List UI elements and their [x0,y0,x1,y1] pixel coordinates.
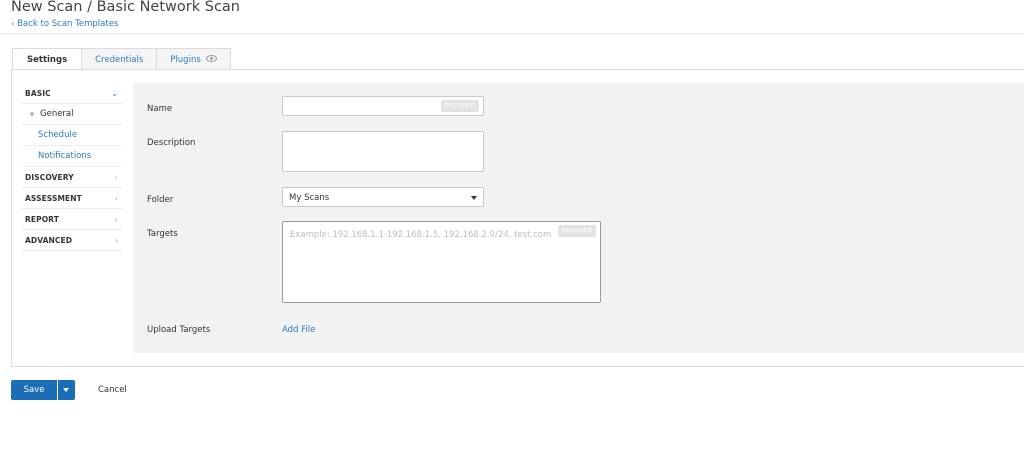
sidebar-item-label: Notifications [38,151,92,161]
general-settings-form [133,83,1024,353]
targets-placeholder: Example: 192.168.1.1-192.168.1.5, 192.16… [290,230,552,240]
chevron-right-icon: › [114,214,118,224]
sidebar-section-label: ASSESSMENT [25,193,82,203]
sidebar-section-report[interactable]: REPORT › [22,209,122,230]
upload-targets-label: Upload Targets [147,325,211,335]
chevron-left-icon: ‹ [11,19,15,28]
caret-down-icon [471,196,477,200]
targets-label: Targets [147,229,178,239]
sidebar-section-discovery[interactable]: DISCOVERY › [22,167,122,188]
page-title: New Scan / Basic Network Scan [11,0,240,15]
tab-plugins-label: Plugins [170,54,201,65]
tab-bar: Settings Credentials Plugins [12,48,231,71]
folder-select[interactable]: My Scans [282,187,484,207]
description-label: Description [147,138,196,148]
add-file-link[interactable]: Add File [282,325,315,335]
caret-down-icon [63,388,69,392]
sidebar-item-schedule[interactable]: Schedule [22,125,122,146]
required-badge: REQUIRED [557,225,596,237]
description-textarea[interactable] [282,131,484,172]
back-to-templates-link[interactable]: ‹ Back to Scan Templates [11,19,118,29]
folder-label: Folder [147,195,174,205]
eye-icon [205,54,217,65]
sidebar-section-label: ADVANCED [25,235,73,245]
name-input[interactable]: REQUIRED [282,96,484,116]
chevron-right-icon: › [114,172,118,182]
targets-textarea[interactable]: Example: 192.168.1.1-192.168.1.5, 192.16… [282,221,601,303]
chevron-down-icon: ⌄ [111,88,118,98]
sidebar-section-label: REPORT [25,214,59,224]
tab-plugins[interactable]: Plugins [156,48,231,70]
sidebar-section-assessment[interactable]: ASSESSMENT › [22,188,122,209]
tab-credentials-label: Credentials [95,54,144,65]
chevron-right-icon: › [114,193,118,203]
chevron-right-icon: › [114,235,118,245]
tab-settings[interactable]: Settings [12,48,83,71]
sidebar-item-general[interactable]: General [22,104,122,125]
sidebar-item-notifications[interactable]: Notifications [22,146,122,167]
cancel-link[interactable]: Cancel [98,385,127,395]
tab-credentials[interactable]: Credentials [81,48,158,70]
header-divider [0,33,1024,34]
name-label: Name [147,104,173,114]
save-button[interactable]: Save [11,380,57,400]
required-badge: REQUIRED [440,100,479,112]
sidebar-section-label: DISCOVERY [25,172,74,182]
back-link-label: Back to Scan Templates [17,19,119,29]
save-dropdown-button[interactable] [58,380,75,400]
sidebar-section-basic[interactable]: BASIC ⌄ [22,83,122,104]
sidebar-item-label: Schedule [38,130,78,140]
sidebar-section-advanced[interactable]: ADVANCED › [22,230,122,251]
current-dot-icon [30,112,34,116]
folder-selected-value: My Scans [289,193,330,203]
sidebar-item-label: General [40,109,74,119]
tab-settings-label: Settings [27,55,68,65]
settings-sidebar: BASIC ⌄ General Schedule Notifications D… [22,83,122,251]
sidebar-section-label: BASIC [25,88,51,98]
